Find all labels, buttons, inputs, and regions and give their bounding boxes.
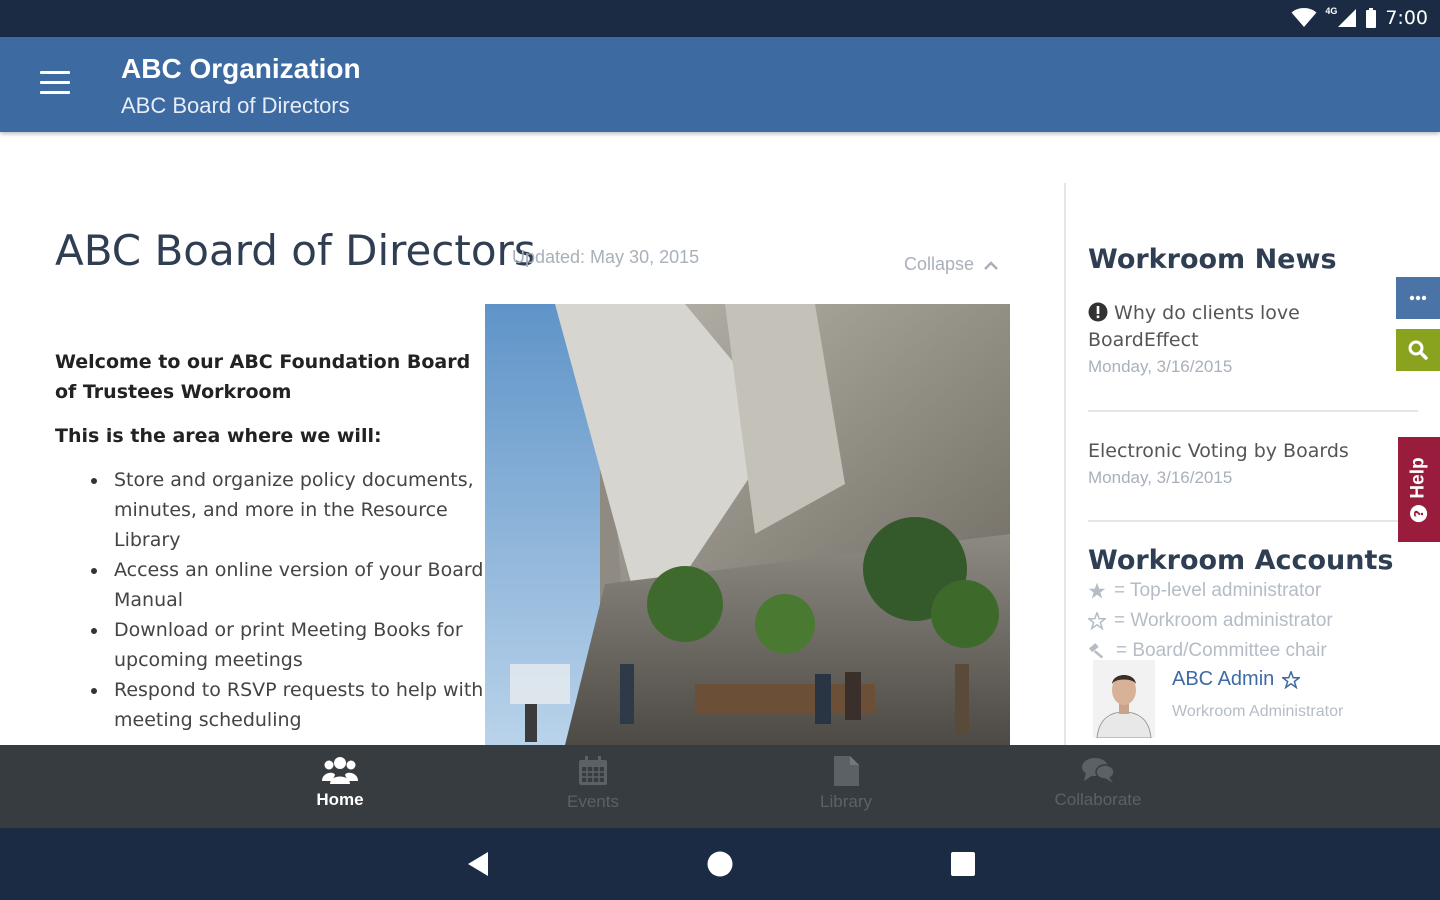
help-label: Help: [1408, 456, 1429, 499]
help-tab-content: ? Help: [1408, 457, 1430, 522]
legend-text: = Board/Committee chair: [1116, 640, 1327, 661]
chevron-up-icon: [984, 260, 998, 270]
recents-button[interactable]: [945, 848, 981, 880]
nav-label: Events: [567, 792, 619, 811]
help-tab[interactable]: ? Help: [1398, 437, 1440, 542]
home-button[interactable]: [702, 848, 738, 880]
feature-list: Store and organize policy documents, min…: [55, 465, 485, 735]
legend-text: = Workroom administrator: [1114, 610, 1333, 631]
search-tab[interactable]: [1396, 329, 1440, 371]
recents-square-icon: [951, 852, 975, 876]
nav-label: Home: [316, 790, 364, 809]
news-separator: [1088, 410, 1418, 412]
legend-chair: = Board/Committee chair: [1088, 640, 1327, 662]
collapse-button[interactable]: Collapse: [904, 254, 998, 275]
question-circle-icon: ?: [1410, 504, 1428, 522]
welcome-section: Welcome to our ABC Foundation Board of T…: [55, 347, 485, 735]
area-intro: This is the area where we will:: [55, 425, 382, 447]
board-subtitle: ABC Board of Directors: [121, 93, 350, 118]
battery-icon: [1366, 8, 1377, 28]
news-link-text: Why do clients love BoardEffect: [1088, 302, 1300, 351]
users-icon: [322, 757, 358, 784]
home-circle-icon: [707, 851, 733, 877]
nav-home[interactable]: Home: [230, 745, 450, 828]
avatar[interactable]: [1093, 660, 1155, 738]
legend-workroom-admin: = Workroom administrator: [1088, 610, 1333, 632]
back-triangle-icon: [468, 852, 488, 876]
list-item: Download or print Meeting Books for upco…: [55, 615, 485, 675]
list-item: Store and organize policy documents, min…: [55, 465, 485, 555]
member-name: ABC Admin: [1172, 668, 1275, 690]
news-separator: [1088, 520, 1418, 522]
nav-label: Library: [820, 792, 872, 811]
status-bar: 4G 7:00: [0, 0, 1440, 37]
network-type: 4G: [1325, 6, 1338, 16]
nav-library[interactable]: Library: [736, 745, 956, 828]
list-item: Access an online version of your Board M…: [55, 555, 485, 615]
search-icon: [1408, 340, 1428, 360]
news-date: Monday, 3/16/2015: [1088, 468, 1233, 487]
nav-events[interactable]: Events: [483, 745, 703, 828]
back-button[interactable]: [460, 848, 496, 880]
collapse-label: Collapse: [904, 254, 975, 274]
chat-icon: [1082, 758, 1115, 783]
svg-text:?: ?: [1412, 509, 1427, 516]
news-title: Why do clients love BoardEffect: [1088, 300, 1388, 354]
nav-collaborate[interactable]: Collaborate: [988, 745, 1208, 828]
app-bar: ABC Organization ABC Board of Directors: [0, 37, 1440, 132]
system-nav-bar: [0, 828, 1440, 900]
cell-signal-icon: [1338, 9, 1357, 27]
list-item: Respond to RSVP requests to help with me…: [55, 675, 485, 735]
document-icon: [834, 756, 859, 786]
sidebar-divider: [1064, 183, 1066, 745]
news-item[interactable]: Why do clients love BoardEffect Monday, …: [1088, 300, 1388, 377]
status-icons: 4G 7:00: [1291, 6, 1428, 30]
star-outline-icon: [1088, 612, 1106, 630]
organization-title: ABC Organization: [121, 53, 361, 84]
member-role: Workroom Administrator: [1172, 703, 1344, 720]
more-tab[interactable]: [1396, 277, 1440, 319]
clock: 7:00: [1385, 7, 1428, 29]
page-title: ABC Board of Directors: [55, 226, 536, 275]
legend-text: = Top-level administrator: [1114, 580, 1322, 601]
workroom-news-title: Workroom News: [1088, 244, 1337, 275]
atrium-photo: [485, 304, 1010, 745]
legend-top-admin: = Top-level administrator: [1088, 580, 1321, 602]
star-outline-icon: [1282, 670, 1301, 689]
alert-icon: [1088, 302, 1108, 322]
news-item[interactable]: Electronic Voting by Boards Monday, 3/16…: [1088, 438, 1388, 488]
bottom-nav: Home Events Library Collaborate: [0, 745, 1440, 828]
calendar-icon: [579, 756, 607, 785]
welcome-heading: Welcome to our ABC Foundation Board of T…: [55, 351, 471, 403]
updated-date: Updated: May 30, 2015: [512, 247, 700, 267]
member-name-link[interactable]: ABC Admin: [1172, 668, 1301, 691]
news-date: Monday, 3/16/2015: [1088, 357, 1233, 376]
gavel-icon: [1089, 643, 1104, 659]
more-dots-icon: [1409, 295, 1427, 301]
menu-icon[interactable]: [36, 71, 72, 97]
star-filled-icon: [1088, 582, 1106, 599]
nav-label: Collaborate: [1054, 790, 1142, 809]
wifi-icon: [1291, 8, 1317, 27]
news-link-text: Electronic Voting by Boards: [1088, 440, 1349, 462]
workroom-accounts-title: Workroom Accounts: [1088, 545, 1394, 576]
